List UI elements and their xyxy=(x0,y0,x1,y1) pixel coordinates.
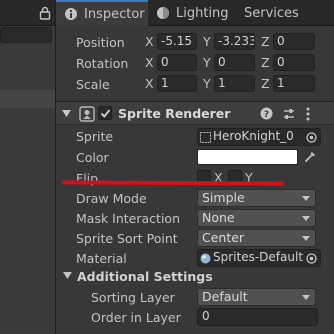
material-label: Material xyxy=(76,251,127,266)
sprite-renderer-enabled-checkbox[interactable] xyxy=(98,106,112,120)
left-panel-selected-row[interactable] xyxy=(0,90,55,108)
position-y-field[interactable]: -3.233 xyxy=(214,33,255,50)
chevron-down-icon xyxy=(302,196,310,201)
sprite-object-field[interactable]: HeroKnight_0 xyxy=(197,128,321,146)
tab-inspector[interactable]: Inspector xyxy=(56,0,148,26)
tab-lighting[interactable]: Lighting xyxy=(156,0,236,26)
sorting-layer-value: Default xyxy=(202,289,248,304)
color-label: Color xyxy=(76,150,109,165)
position-x-field[interactable]: -5.15 xyxy=(157,33,197,50)
chevron-down-icon xyxy=(302,295,310,300)
scale-label: Scale xyxy=(76,76,110,92)
svg-text:?: ? xyxy=(264,110,269,120)
sprite-label: Sprite xyxy=(76,129,114,144)
mask-interaction-value: None xyxy=(202,210,235,225)
sprite-sort-point-dropdown[interactable]: Center xyxy=(197,229,316,247)
material-sphere-icon xyxy=(200,253,211,264)
draw-mode-dropdown[interactable]: Simple xyxy=(197,189,316,207)
scale-z-axis: Z xyxy=(261,76,270,91)
scale-x-axis: X xyxy=(145,76,154,91)
mask-interaction-dropdown[interactable]: None xyxy=(197,209,316,227)
position-y-axis: Y xyxy=(203,34,211,49)
lighting-icon xyxy=(157,7,169,19)
sprite-value: HeroKnight_0 xyxy=(213,129,294,143)
chevron-down-icon xyxy=(302,236,310,241)
position-z-field[interactable]: 0 xyxy=(273,33,315,50)
more-options-icon[interactable] xyxy=(306,107,310,121)
order-in-layer-field[interactable]: 0 xyxy=(197,308,318,326)
foldout-arrow-icon[interactable] xyxy=(63,272,72,280)
material-value: Sprites-Default xyxy=(213,250,304,264)
info-icon xyxy=(65,8,77,20)
help-icon[interactable]: ? xyxy=(260,107,273,120)
draw-mode-label: Draw Mode xyxy=(76,191,147,206)
chevron-down-icon xyxy=(302,216,310,221)
sprite-asset-icon xyxy=(200,132,211,143)
scale-z-field[interactable]: 1 xyxy=(273,75,315,92)
scale-y-field[interactable]: 1 xyxy=(214,75,255,92)
material-object-field[interactable]: Sprites-Default xyxy=(197,249,321,267)
position-row: Position xyxy=(76,32,125,52)
order-in-layer-label: Order in Layer xyxy=(91,310,181,325)
position-label: Position xyxy=(76,34,125,50)
rotation-z-field[interactable]: 0 xyxy=(273,54,315,71)
object-picker-icon[interactable] xyxy=(306,253,317,264)
tab-lighting-label: Lighting xyxy=(176,5,229,21)
mask-interaction-label: Mask Interaction xyxy=(76,211,180,226)
position-z-axis: Z xyxy=(261,34,270,49)
sprite-sort-point-label: Sprite Sort Point xyxy=(76,231,178,246)
sorting-layer-dropdown[interactable]: Default xyxy=(197,288,316,306)
scale-y-axis: Y xyxy=(203,76,211,91)
rotation-row: Rotation xyxy=(76,53,128,73)
left-panel xyxy=(0,0,56,334)
rotation-label: Rotation xyxy=(76,55,129,71)
rotation-y-axis: Y xyxy=(203,55,211,70)
eyedropper-icon[interactable] xyxy=(304,150,317,163)
rotation-y-field[interactable]: 0 xyxy=(214,54,255,71)
sprite-renderer-title: Sprite Renderer xyxy=(118,106,231,121)
lock-icon[interactable] xyxy=(39,6,51,20)
checkmark-icon xyxy=(100,109,111,118)
additional-settings-title[interactable]: Additional Settings xyxy=(77,269,213,284)
rotation-x-field[interactable]: 0 xyxy=(157,54,197,71)
scale-row: Scale xyxy=(76,74,110,94)
draw-mode-value: Simple xyxy=(202,190,245,205)
sprite-sort-point-value: Center xyxy=(202,230,245,245)
position-x-axis: X xyxy=(145,34,154,49)
rotation-z-axis: Z xyxy=(261,55,270,70)
object-picker-icon[interactable] xyxy=(306,132,317,143)
left-panel-search-input[interactable] xyxy=(0,27,52,43)
scale-x-field[interactable]: 1 xyxy=(157,75,197,92)
left-panel-tabbar xyxy=(0,0,55,26)
sprite-renderer-header[interactable]: Sprite Renderer ? xyxy=(56,101,334,125)
preset-sliders-icon[interactable] xyxy=(282,107,296,121)
tab-services[interactable]: Services xyxy=(244,0,334,26)
inspector-tabbar: Inspector Lighting Services xyxy=(56,0,334,26)
foldout-arrow-icon[interactable] xyxy=(62,110,71,118)
sorting-layer-label: Sorting Layer xyxy=(91,290,175,305)
tab-inspector-label: Inspector xyxy=(84,6,145,22)
tab-services-label: Services xyxy=(244,5,299,21)
sprite-renderer-icon xyxy=(79,106,95,122)
color-swatch[interactable] xyxy=(197,149,298,165)
rotation-x-axis: X xyxy=(145,55,154,70)
